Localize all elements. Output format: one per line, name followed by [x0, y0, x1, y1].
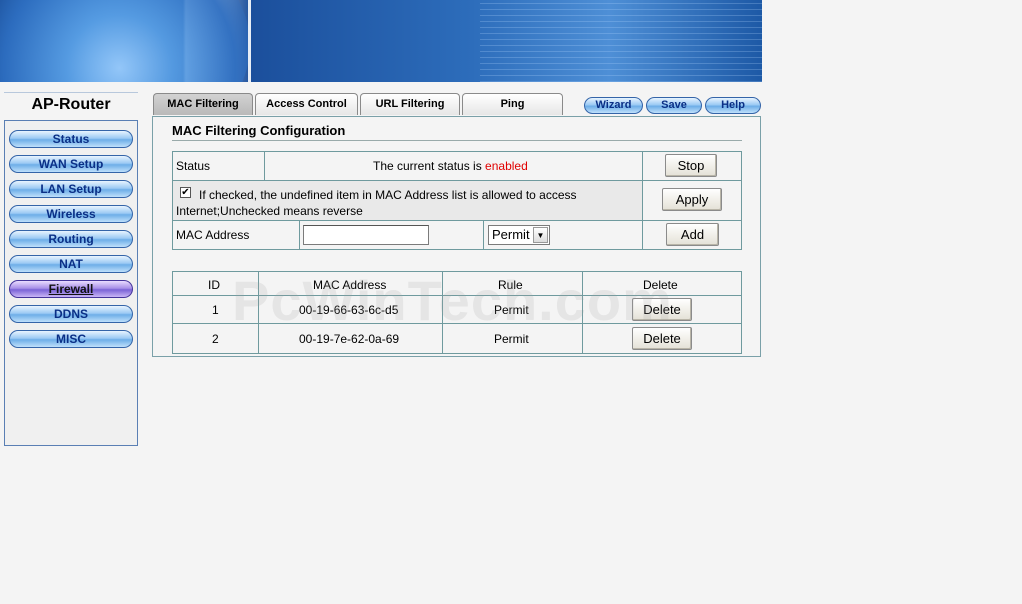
rule-select[interactable]: Permit ▼ [488, 225, 550, 245]
sidebar-item-ddns[interactable]: DDNS [9, 305, 133, 323]
sidebar-item-status[interactable]: Status [9, 130, 133, 148]
row-rule: Permit [494, 332, 529, 346]
table-header-rule: Rule [498, 278, 523, 292]
tab-ping[interactable]: Ping [462, 93, 563, 115]
table-header-delete: Delete [643, 278, 678, 292]
brand-title: AP-Router [4, 92, 138, 117]
help-button[interactable]: Help [705, 97, 761, 114]
wizard-button[interactable]: Wizard [584, 97, 643, 114]
sidebar-item-wan-setup[interactable]: WAN Setup [9, 155, 133, 173]
policy-text-line1: If checked, the undefined item in MAC Ad… [199, 188, 577, 202]
sidebar: Status WAN Setup LAN Setup Wireless Rout… [4, 120, 138, 446]
status-text: The current status is enabled [373, 159, 528, 173]
banner-pattern [480, 0, 762, 82]
row-mac: 00-19-66-63-6c-d5 [299, 303, 399, 317]
delete-button[interactable]: Delete [632, 327, 692, 350]
table-header-id: ID [208, 278, 220, 292]
sidebar-item-firewall[interactable]: Firewall [9, 280, 133, 298]
mac-label-cell: MAC Address [172, 220, 301, 250]
row-mac: 00-19-7e-62-0a-69 [299, 332, 400, 346]
status-label-cell: Status [172, 151, 266, 181]
stop-button[interactable]: Stop [665, 154, 717, 177]
tab-mac-filtering[interactable]: MAC Filtering [153, 93, 253, 115]
status-label: Status [176, 159, 211, 173]
table-header-mac: MAC Address [313, 278, 387, 292]
rule-select-value: Permit [492, 227, 530, 242]
banner-divider [248, 0, 251, 82]
tab-access-control[interactable]: Access Control [255, 93, 358, 115]
allow-undefined-checkbox[interactable]: ✔ [180, 187, 191, 198]
row-id: 1 [212, 303, 219, 317]
sidebar-item-misc[interactable]: MISC [9, 330, 133, 348]
globe-graphic [0, 0, 250, 82]
sidebar-item-lan-setup[interactable]: LAN Setup [9, 180, 133, 198]
sidebar-item-nat[interactable]: NAT [9, 255, 133, 273]
policy-text-line2: Internet;Unchecked means reverse [176, 204, 363, 218]
page-title: MAC Filtering Configuration [172, 123, 742, 141]
mac-address-label: MAC Address [176, 228, 250, 242]
status-badge: enabled [485, 159, 528, 173]
status-value-cell: The current status is enabled [264, 151, 644, 181]
apply-button[interactable]: Apply [662, 188, 722, 211]
header-banner [0, 0, 762, 82]
delete-button[interactable]: Delete [632, 298, 692, 321]
add-button[interactable]: Add [666, 223, 719, 246]
sidebar-item-routing[interactable]: Routing [9, 230, 133, 248]
tab-url-filtering[interactable]: URL Filtering [360, 93, 460, 115]
status-text-prefix: The current status is [373, 159, 486, 173]
save-button[interactable]: Save [646, 97, 702, 114]
mac-address-input[interactable] [303, 225, 429, 245]
sidebar-item-wireless[interactable]: Wireless [9, 205, 133, 223]
row-id: 2 [212, 332, 219, 346]
dropdown-arrow-icon[interactable]: ▼ [533, 227, 548, 243]
row-rule: Permit [494, 303, 529, 317]
